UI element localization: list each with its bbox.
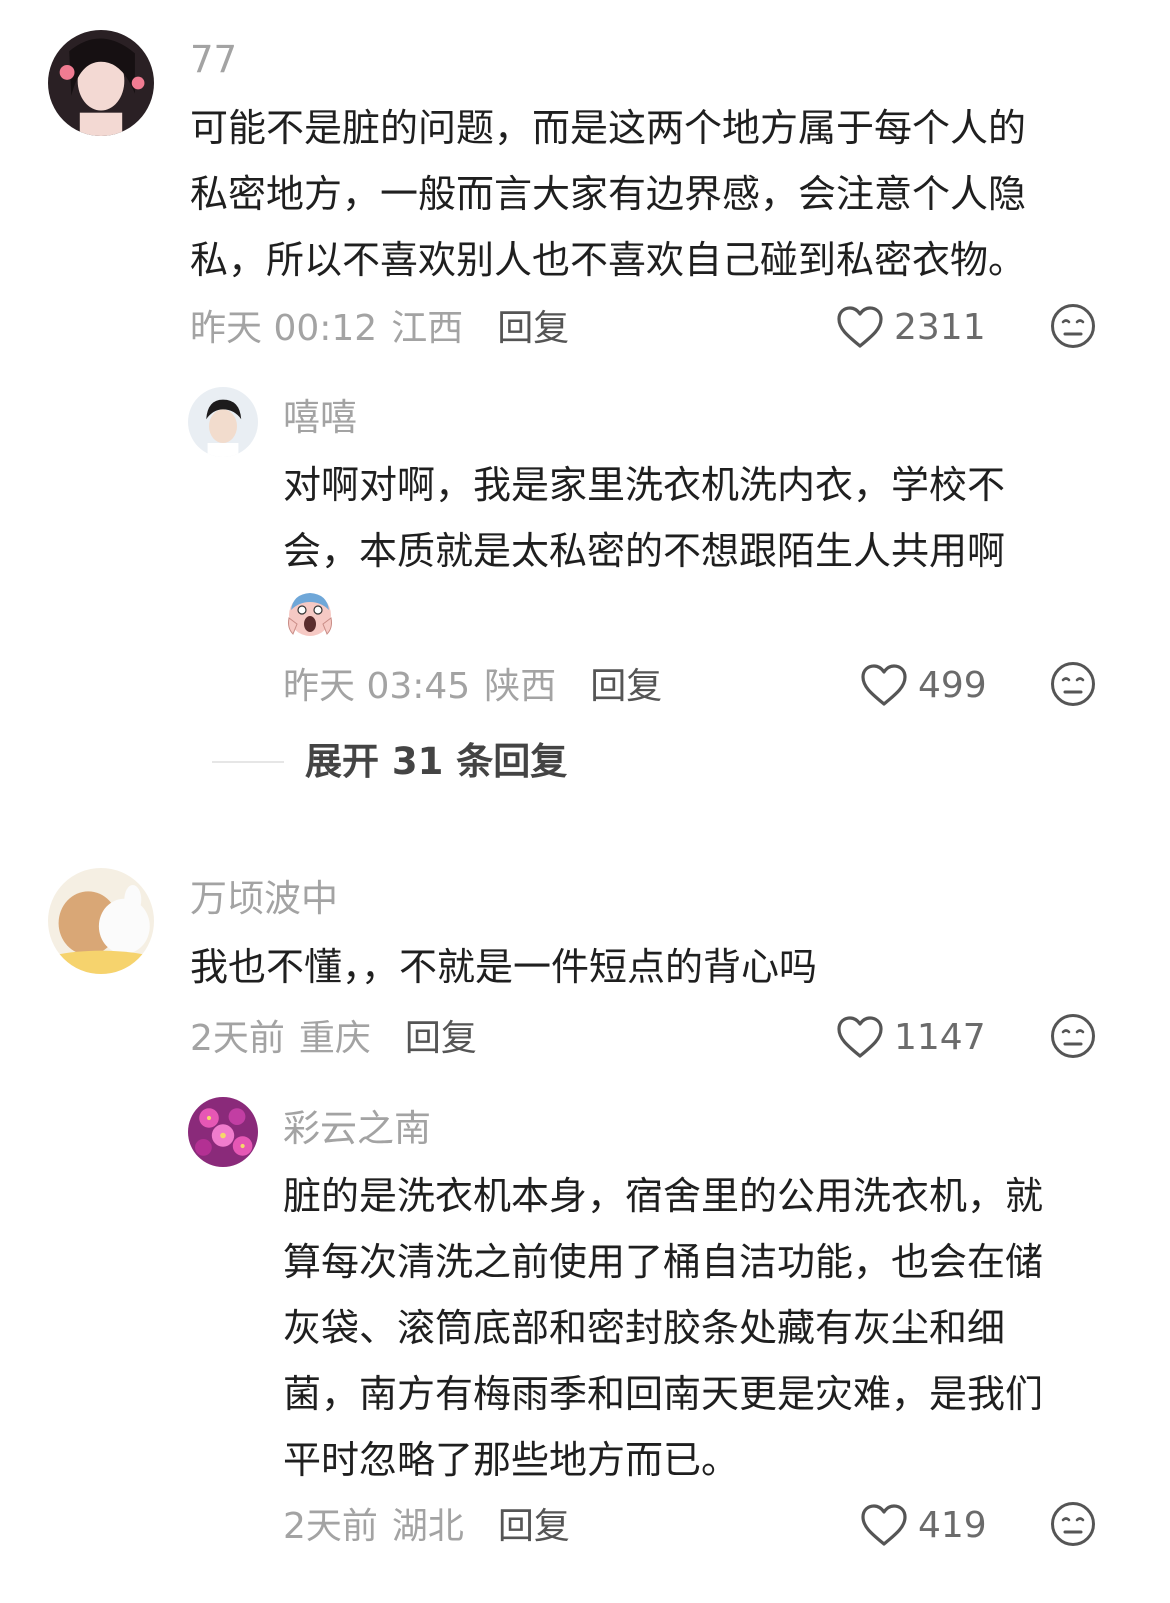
reply-text-line: 灰袋、滚筒底部和密封胶条处藏有灰尘和细 bbox=[283, 1306, 1006, 1350]
heart-outline-icon bbox=[836, 1015, 884, 1059]
comment-username[interactable]: 77 bbox=[190, 38, 237, 82]
comment-location: 江西 bbox=[391, 308, 464, 349]
expand-replies-button[interactable]: 展开 31 条回复 bbox=[305, 740, 567, 784]
reply-text-line: 会，本质就是太私密的不想跟陌生人共用啊 bbox=[283, 529, 1006, 573]
comment-time: 2天前 bbox=[190, 1018, 285, 1059]
reply-button[interactable]: 回复 bbox=[497, 299, 569, 351]
reply-button[interactable]: 回复 bbox=[405, 1009, 477, 1061]
avatar[interactable] bbox=[188, 1097, 258, 1167]
like-button[interactable]: 419 bbox=[860, 1500, 987, 1550]
like-count: 499 bbox=[918, 664, 987, 706]
avatar[interactable] bbox=[48, 30, 154, 136]
comment-text-line: 我也不懂，，不就是一件短点的背心吗 bbox=[190, 945, 818, 989]
comment-text: 我也不懂，，不就是一件短点的背心吗 bbox=[190, 934, 817, 1000]
expand-divider bbox=[212, 761, 284, 763]
reply-text-line: 算每次清洗之前使用了桶自洁功能，也会在储 bbox=[283, 1240, 1044, 1284]
comment-location: 重庆 bbox=[298, 1018, 371, 1059]
reply-time: 昨天 03:45 bbox=[283, 666, 471, 707]
meh-face-icon[interactable] bbox=[1050, 1013, 1096, 1059]
avatar[interactable] bbox=[48, 868, 154, 974]
reply-location: 湖北 bbox=[391, 1506, 464, 1547]
reply-username[interactable]: 嘻嘻 bbox=[283, 396, 357, 440]
heart-outline-icon bbox=[860, 1503, 908, 1547]
reply-meta: 2天前 湖北 回复 bbox=[283, 1498, 570, 1548]
comment-text-line: 可能不是脏的问题，而是这两个地方属于每个人的 bbox=[190, 106, 1027, 150]
reply-text-line: 平时忽略了那些地方而已。 bbox=[283, 1438, 740, 1482]
heart-outline-icon bbox=[836, 305, 884, 349]
like-count: 2311 bbox=[894, 306, 986, 348]
like-count: 1147 bbox=[894, 1016, 986, 1058]
comment-meta: 昨天 00:12 江西 回复 bbox=[190, 300, 569, 350]
scream-emoji-icon bbox=[285, 588, 335, 638]
comment-time: 昨天 00:12 bbox=[190, 308, 378, 349]
meh-face-icon[interactable] bbox=[1050, 1501, 1096, 1547]
reply-text-line: 菌，南方有梅雨季和回南天更是灾难，是我们 bbox=[283, 1372, 1044, 1416]
heart-outline-icon bbox=[860, 663, 908, 707]
reply-meta: 昨天 03:45 陕西 回复 bbox=[283, 658, 662, 708]
like-count: 419 bbox=[918, 1504, 987, 1546]
comment-text-line: 私，所以不喜欢别人也不喜欢自己碰到私密衣物。 bbox=[190, 238, 1027, 282]
avatar[interactable] bbox=[188, 387, 258, 457]
comment-username[interactable]: 万顷波中 bbox=[190, 877, 338, 921]
comment-text-line: 私密地方，一般而言大家有边界感，会注意个人隐 bbox=[190, 172, 1027, 216]
reply-username[interactable]: 彩云之南 bbox=[283, 1107, 431, 1151]
comment-meta: 2天前 重庆 回复 bbox=[190, 1010, 477, 1060]
reply-button[interactable]: 回复 bbox=[590, 657, 662, 709]
comment-text: 可能不是脏的问题，而是这两个地方属于每个人的 私密地方，一般而言大家有边界感，会… bbox=[190, 95, 1026, 293]
reply-location: 陕西 bbox=[484, 666, 557, 707]
like-button[interactable]: 499 bbox=[860, 660, 987, 710]
reply-text: 对啊对啊，我是家里洗衣机洗内衣，学校不 会，本质就是太私密的不想跟陌生人共用啊 bbox=[283, 452, 1005, 584]
like-button[interactable]: 2311 bbox=[836, 302, 986, 352]
reply-text: 脏的是洗衣机本身，宿舍里的公用洗衣机，就 算每次清洗之前使用了桶自洁功能，也会在… bbox=[283, 1163, 1043, 1493]
reply-button[interactable]: 回复 bbox=[498, 1497, 570, 1549]
reply-time: 2天前 bbox=[283, 1506, 378, 1547]
meh-face-icon[interactable] bbox=[1050, 303, 1096, 349]
meh-face-icon[interactable] bbox=[1050, 661, 1096, 707]
reply-text-line: 脏的是洗衣机本身，宿舍里的公用洗衣机，就 bbox=[283, 1174, 1044, 1218]
reply-text-line: 对啊对啊，我是家里洗衣机洗内衣，学校不 bbox=[283, 463, 1006, 507]
like-button[interactable]: 1147 bbox=[836, 1012, 986, 1062]
